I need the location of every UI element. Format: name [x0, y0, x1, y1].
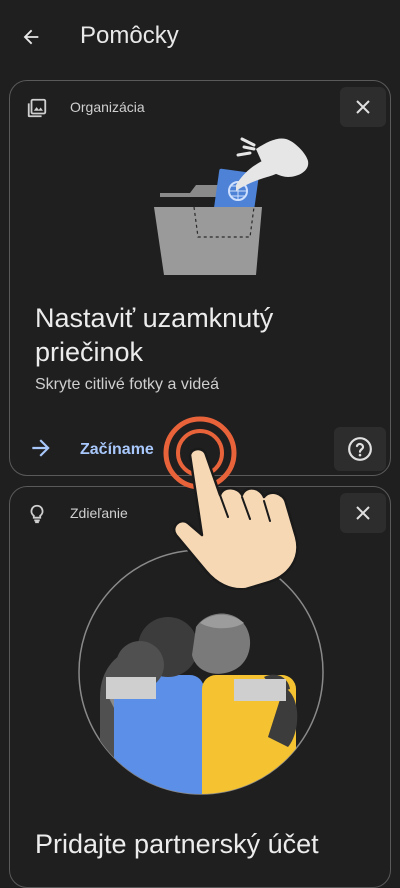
help-button[interactable]: [334, 427, 386, 471]
get-started-button[interactable]: Začíname: [80, 441, 154, 459]
page-title: Pomôcky: [80, 22, 179, 49]
close-icon: [356, 100, 370, 114]
photo-library-icon: [27, 98, 47, 118]
dismiss-button[interactable]: [340, 87, 386, 127]
locked-folder-card: Organizácia Nastaviť uzamknutý priečinok…: [9, 80, 391, 476]
partner-account-card: Zdieľanie Pridajte partnerský účet: [9, 486, 391, 888]
card-title: Pridajte partnerský účet: [35, 829, 319, 859]
card-category: Organizácia: [70, 99, 145, 115]
locked-folder-illustration: [154, 137, 309, 275]
card-category: Zdieľanie: [70, 505, 128, 521]
card-title: Nastaviť uzamknutý priečinok: [35, 303, 274, 367]
arrow-back-icon: [23, 29, 39, 45]
lightbulb-icon: [30, 504, 44, 524]
dismiss-button[interactable]: [340, 493, 386, 533]
arrow-forward-icon[interactable]: [28, 435, 54, 461]
close-icon: [356, 506, 370, 520]
back-button[interactable]: [14, 20, 48, 54]
app-bar: Pomôcky: [0, 0, 400, 72]
card-subtitle: Skryte citlivé fotky a videá: [35, 376, 220, 393]
help-icon: [348, 437, 372, 461]
partner-sharing-illustration: [78, 549, 324, 795]
